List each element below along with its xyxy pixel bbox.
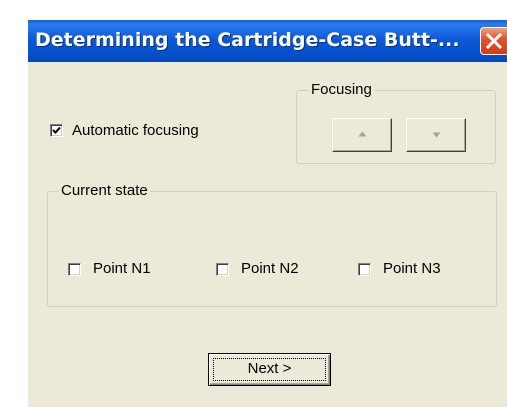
point-n2-label: Point N2 [241, 260, 299, 277]
automatic-focusing-label: Automatic focusing [72, 122, 199, 139]
dialog-window: Determining the Cartridge-Case Butt-... … [28, 20, 507, 407]
point-n2-checkbox[interactable] [216, 263, 229, 276]
next-button-label: Next > [247, 360, 292, 377]
next-button[interactable]: Next > [208, 353, 331, 386]
current-state-group [47, 191, 497, 307]
automatic-focusing-checkbox[interactable] [50, 124, 63, 137]
checkmark-icon [52, 126, 61, 134]
close-button[interactable] [480, 27, 507, 55]
focus-down-button[interactable] [406, 118, 466, 152]
focusing-group [296, 90, 496, 164]
close-icon [486, 33, 502, 49]
window-title: Determining the Cartridge-Case Butt-... [35, 29, 460, 51]
focus-up-button[interactable] [332, 118, 392, 152]
triangle-down-icon [432, 132, 441, 138]
point-n1-checkbox[interactable] [68, 263, 81, 276]
point-n1-label: Point N1 [93, 260, 151, 277]
point-n3-checkbox[interactable] [358, 263, 371, 276]
title-bar[interactable]: Determining the Cartridge-Case Butt-... [28, 20, 507, 62]
focusing-group-caption: Focusing [309, 81, 374, 98]
point-n3-label: Point N3 [383, 260, 441, 277]
current-state-group-caption: Current state [59, 182, 150, 199]
triangle-up-icon [358, 131, 367, 137]
